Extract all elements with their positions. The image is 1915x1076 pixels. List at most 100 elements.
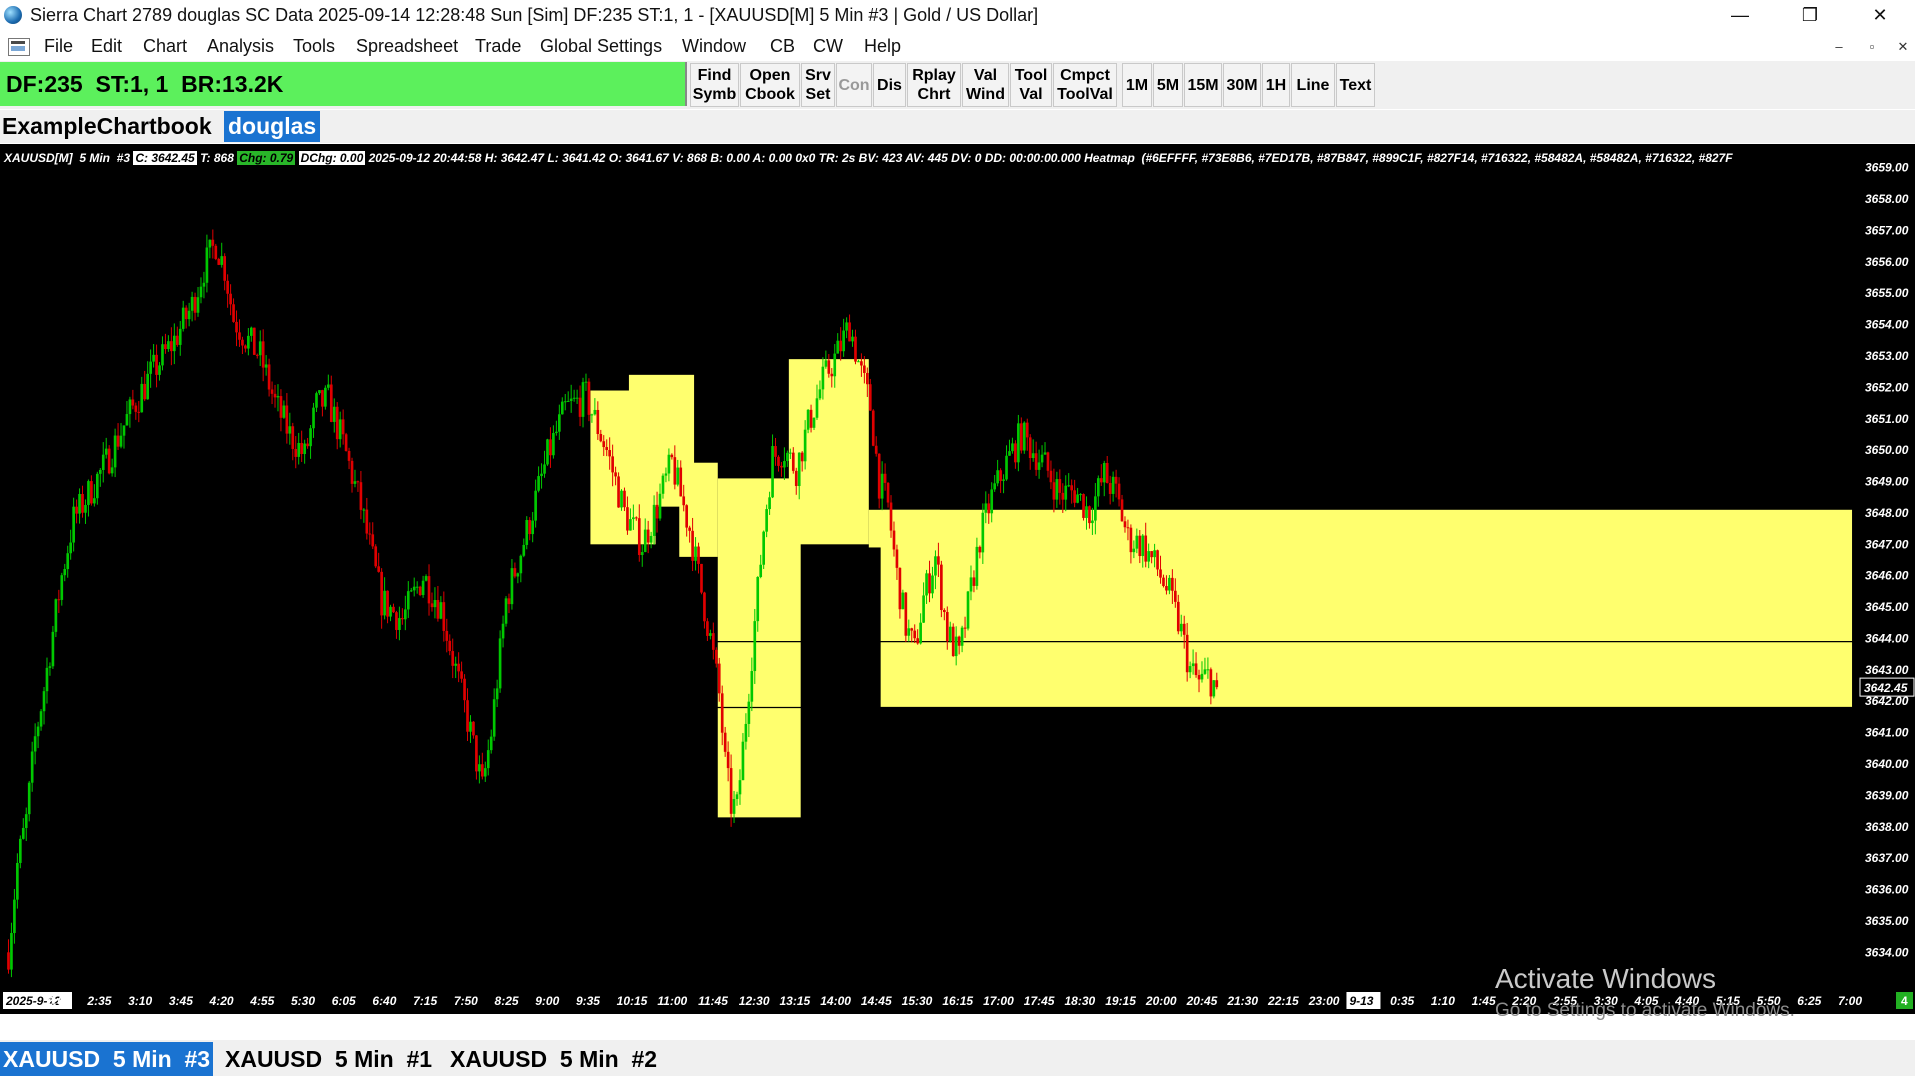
server-settings-button[interactable]: Srv Set — [801, 63, 835, 107]
minimize-button[interactable]: — — [1710, 0, 1770, 30]
find-symbol-button[interactable]: Find Symb — [690, 63, 739, 107]
candle-body — [957, 636, 961, 646]
candle-body — [13, 899, 16, 934]
candle-body — [475, 735, 478, 772]
menu-global-settings[interactable]: Global Settings — [540, 36, 662, 57]
candle-body — [1185, 634, 1189, 673]
candle-body — [149, 361, 152, 374]
candle-body — [380, 571, 383, 616]
candle-body — [1073, 490, 1076, 503]
price-axis-label: 3639.00 — [1865, 788, 1909, 802]
menu-cb[interactable]: CB — [770, 36, 795, 57]
candle-body — [211, 239, 215, 246]
candle-body — [374, 546, 378, 567]
candle-body — [495, 688, 499, 700]
candle-body — [1061, 492, 1065, 500]
candle-body — [889, 502, 893, 531]
candle-body — [528, 520, 532, 535]
candle-body — [1141, 535, 1145, 557]
candle-body — [729, 768, 733, 814]
candle-body — [584, 381, 588, 383]
candle-body — [125, 414, 129, 426]
menu-chart[interactable]: Chart — [143, 36, 187, 57]
candle-body — [516, 573, 520, 577]
candle-body — [255, 354, 259, 356]
mdi-close-button[interactable]: ✕ — [1892, 36, 1914, 58]
candle-body — [63, 569, 67, 576]
candle-body — [697, 546, 700, 564]
tool-values-button[interactable]: Tool Val — [1010, 63, 1052, 107]
menu-window[interactable]: Window — [682, 36, 746, 57]
menu-edit[interactable]: Edit — [91, 36, 122, 57]
candle-body — [948, 626, 952, 642]
timeframe-5m-button[interactable]: 5M — [1153, 63, 1183, 107]
menu-tools[interactable]: Tools — [293, 36, 335, 57]
candle-body — [963, 627, 967, 629]
candle-body — [386, 590, 389, 617]
mdi-restore-button[interactable]: ▫ — [1861, 36, 1883, 58]
disconnect-button[interactable]: Dis — [873, 63, 906, 107]
menu-trade[interactable]: Trade — [475, 36, 521, 57]
candle-body — [1147, 551, 1151, 562]
chartbook-name[interactable]: ExampleChartbook — [0, 111, 214, 142]
candle-body — [599, 433, 603, 442]
candle-body — [107, 448, 111, 474]
line-tool-button[interactable]: Line — [1291, 63, 1335, 107]
menu-analysis[interactable]: Analysis — [207, 36, 274, 57]
candle-body — [75, 506, 78, 514]
candle-body — [880, 473, 884, 499]
replay-chart-button[interactable]: Rplay Chrt — [907, 63, 961, 107]
candle-body — [483, 768, 487, 777]
open-chartbook-button[interactable]: Open Cbook — [740, 63, 800, 107]
chart-tab-3[interactable]: XAUUSD 5 Min #3 — [0, 1042, 214, 1076]
timeframe-1h-button[interactable]: 1H — [1262, 63, 1290, 107]
time-axis-label: 6:40 — [372, 994, 396, 1008]
candle-body — [78, 493, 81, 514]
timeframe-30m-button[interactable]: 30M — [1223, 63, 1261, 107]
price-chart[interactable]: 3659.00 3658.00 3657.00 3656.00 3655.00 3654.… — [0, 144, 1915, 1014]
connect-button[interactable]: Con — [836, 63, 872, 107]
candle-body — [418, 586, 422, 596]
text-tool-button[interactable]: Text — [1336, 63, 1375, 107]
candle-body — [30, 751, 34, 783]
timeframe-15m-button[interactable]: 15M — [1184, 63, 1222, 107]
menu-help[interactable]: Help — [864, 36, 901, 57]
price-axis-label: 3648.00 — [1865, 506, 1909, 520]
candle-body — [247, 335, 250, 349]
candle-body — [827, 360, 831, 374]
compact-toolvalues-button[interactable]: Cmpct ToolVal — [1053, 63, 1117, 107]
chart-tab-2[interactable]: XAUUSD 5 Min #2 — [447, 1042, 660, 1076]
candle-body — [706, 621, 709, 636]
chart-window-icon[interactable] — [8, 38, 30, 56]
candle-body — [611, 456, 614, 473]
price-axis-label: 3638.00 — [1865, 820, 1909, 834]
candle-body — [608, 450, 612, 457]
candle-body — [433, 599, 437, 608]
timeframe-1m-button[interactable]: 1M — [1122, 63, 1152, 107]
candle-body — [990, 489, 994, 514]
candle-body — [202, 282, 206, 287]
chart-canvas[interactable]: 3659.00 3658.00 3657.00 3656.00 3655.00 3654.… — [0, 144, 1915, 1014]
candle-body — [685, 505, 689, 528]
candle-body — [72, 506, 75, 543]
mdi-minimize-button[interactable]: – — [1828, 36, 1850, 58]
candle-body — [1046, 452, 1050, 471]
candle-body — [549, 439, 552, 456]
candle-body — [1040, 454, 1044, 463]
menu-cw[interactable]: CW — [813, 36, 843, 57]
candle-body — [1144, 535, 1148, 562]
close-button[interactable]: ✕ — [1850, 0, 1910, 30]
candle-body — [993, 483, 997, 490]
candle-body — [759, 564, 763, 577]
connection-status-box[interactable]: DF:235 ST:1, 1 BR:13.2K — [0, 62, 687, 106]
maximize-button[interactable]: ❐ — [1780, 0, 1840, 30]
candle-body — [780, 465, 783, 468]
candle-body — [788, 452, 792, 454]
candle-body — [623, 490, 626, 508]
menu-spreadsheet[interactable]: Spreadsheet — [356, 36, 458, 57]
chartbook-user-tab[interactable]: douglas — [224, 111, 321, 142]
menu-file[interactable]: File — [44, 36, 73, 57]
candle-body — [1194, 663, 1198, 676]
values-window-button[interactable]: Val Wind — [962, 63, 1009, 107]
chart-tab-1[interactable]: XAUUSD 5 Min #1 — [222, 1042, 435, 1076]
